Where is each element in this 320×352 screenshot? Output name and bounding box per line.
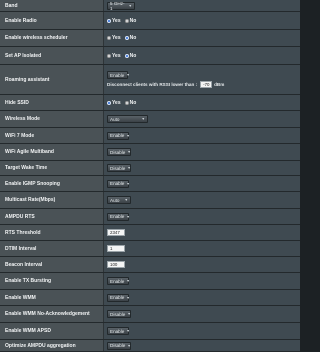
- radio-selected-icon: [124, 36, 129, 40]
- row-dtim-interval: DTIM Interval 1: [0, 241, 300, 257]
- row-roaming-assistant: Roaming assistant Enable ▼ Disconnect cli…: [0, 65, 300, 95]
- ampdu-rts-select[interactable]: Enable ▼: [107, 212, 130, 221]
- row-wireless-mode: Wireless Mode Auto ▼: [0, 111, 300, 128]
- row-beacon-interval: Beacon Interval 100: [0, 257, 300, 273]
- roaming-select[interactable]: Enable ▼: [107, 71, 130, 79]
- beacon-input[interactable]: 100: [107, 261, 125, 268]
- dtim-label: DTIM Interval: [0, 241, 104, 256]
- roaming-label: Roaming assistant: [0, 65, 104, 94]
- chevron-down-icon: ▼: [126, 133, 130, 138]
- chevron-down-icon: ▼: [126, 295, 130, 300]
- enable-radio-label: Enable Radio: [0, 12, 104, 29]
- radio-selected-icon: [124, 53, 129, 58]
- rts-threshold-input[interactable]: 2347: [107, 229, 125, 236]
- wireless-mode-select[interactable]: Auto ▼: [107, 115, 148, 123]
- igmp-select[interactable]: Enable ▼: [107, 179, 130, 188]
- chevron-down-icon: ▼: [126, 329, 130, 333]
- rssi-unit: dBm: [214, 82, 225, 87]
- ap-isolated-yes[interactable]: Yes: [107, 53, 121, 59]
- radio-unselected-icon: [124, 100, 129, 105]
- multicast-label: Multicast Rate(Mbps): [0, 192, 104, 208]
- chevron-down-icon: ▼: [127, 150, 131, 154]
- row-multicast-rate: Multicast Rate(Mbps) Auto ▼: [0, 192, 300, 209]
- radio-unselected-icon: [107, 36, 111, 40]
- row-igmp-snooping: Enable IGMP Snooping Enable ▼: [0, 176, 300, 192]
- wifi7-mode-select[interactable]: Enable ▼: [107, 131, 130, 140]
- wmm-noack-label: Enable WMM No-Acknowledgement: [0, 306, 104, 322]
- ampdu-agg-label: Optimize AMPDU aggregation: [0, 340, 104, 351]
- agile-multiband-select[interactable]: Disable ▼: [107, 148, 131, 156]
- row-tx-bursting: Enable TX Bursting Enable ▼: [0, 273, 300, 290]
- wmm-label: Enable WMM: [0, 290, 104, 305]
- radio-unselected-icon: [124, 18, 129, 23]
- row-rts-threshold: RTS Threshold 2347: [0, 225, 300, 241]
- chevron-down-icon: ▼: [127, 312, 131, 316]
- hide-ssid-yes[interactable]: Yes: [107, 100, 121, 106]
- scheduler-no[interactable]: No: [124, 35, 136, 41]
- band-label: Band: [0, 0, 104, 11]
- target-wake-label: Target Wake Time: [0, 161, 104, 175]
- row-target-wake-time: Target Wake Time Disable ▼: [0, 161, 300, 176]
- wmm-apsd-label: Enable WMM APSD: [0, 323, 104, 339]
- hide-ssid-no[interactable]: No: [124, 100, 136, 106]
- scheduler-yes[interactable]: Yes: [107, 35, 121, 41]
- hide-ssid-label: Hide SSID: [0, 95, 104, 110]
- chevron-down-icon: ▼: [128, 3, 132, 8]
- chevron-down-icon: ▼: [141, 117, 145, 121]
- radio-yes[interactable]: Yes: [107, 18, 121, 24]
- beacon-label: Beacon Interval: [0, 257, 104, 272]
- igmp-label: Enable IGMP Snooping: [0, 176, 104, 191]
- row-wmm-noack: Enable WMM No-Acknowledgement Disable ▼: [0, 306, 300, 323]
- dtim-input[interactable]: 1: [107, 245, 125, 252]
- row-ampdu-aggregation: Optimize AMPDU aggregation Disable ▼: [0, 340, 300, 352]
- radio-unselected-icon: [107, 53, 111, 58]
- wmm-noack-select[interactable]: Disable ▼: [107, 310, 131, 318]
- ap-isolated-label: Set AP Isolated: [0, 47, 104, 64]
- chevron-down-icon: ▼: [127, 343, 131, 348]
- chevron-down-icon: ▼: [126, 181, 130, 186]
- row-enable-radio: Enable Radio Yes No: [0, 12, 300, 30]
- row-enable-wmm: Enable WMM Enable ▼: [0, 290, 300, 306]
- ampdu-agg-select[interactable]: Disable ▼: [107, 341, 131, 350]
- chevron-down-icon: ▼: [126, 279, 130, 283]
- chevron-down-icon: ▼: [124, 198, 128, 202]
- chevron-down-icon: ▼: [126, 214, 130, 219]
- row-ampdu-rts: AMPDU RTS Enable ▼: [0, 209, 300, 225]
- rts-threshold-label: RTS Threshold: [0, 225, 104, 240]
- agile-multiband-label: WiFi Agile Multiband: [0, 144, 104, 160]
- row-wifi7-mode: WiFi 7 Mode Enable ▼: [0, 128, 300, 144]
- row-hide-ssid: Hide SSID Yes No: [0, 95, 300, 111]
- band-select[interactable]: 5 GHz-1 ▼: [107, 1, 135, 11]
- wireless-professional-settings: Band 5 GHz-1 ▼ Enable Radio Yes No Enable…: [0, 0, 300, 352]
- radio-selected-icon: [107, 100, 111, 105]
- row-wireless-scheduler: Enable wireless scheduler Yes No: [0, 30, 300, 47]
- row-band: Band 5 GHz-1 ▼: [0, 0, 300, 12]
- chevron-down-icon: ▼: [126, 73, 130, 77]
- rssi-description: Disconnect clients with RSSI lower than …: [107, 82, 198, 87]
- tx-bursting-select[interactable]: Enable ▼: [107, 277, 130, 285]
- scheduler-label: Enable wireless scheduler: [0, 30, 104, 46]
- chevron-down-icon: ▼: [127, 166, 131, 170]
- ampdu-rts-label: AMPDU RTS: [0, 209, 104, 224]
- tx-bursting-label: Enable TX Bursting: [0, 273, 104, 289]
- wmm-apsd-select[interactable]: Enable ▼: [107, 327, 130, 335]
- target-wake-select[interactable]: Disable ▼: [107, 164, 131, 172]
- radio-no[interactable]: No: [124, 18, 136, 24]
- ap-isolated-no[interactable]: No: [124, 53, 136, 59]
- radio-selected-icon: [107, 18, 111, 23]
- wireless-mode-label: Wireless Mode: [0, 111, 104, 127]
- wifi7-mode-label: WiFi 7 Mode: [0, 128, 104, 143]
- multicast-select[interactable]: Auto ▼: [107, 196, 131, 204]
- row-ap-isolated: Set AP Isolated Yes No: [0, 47, 300, 65]
- rssi-input[interactable]: -70: [200, 81, 213, 88]
- wmm-select[interactable]: Enable ▼: [107, 293, 130, 302]
- row-agile-multiband: WiFi Agile Multiband Disable ▼: [0, 144, 300, 161]
